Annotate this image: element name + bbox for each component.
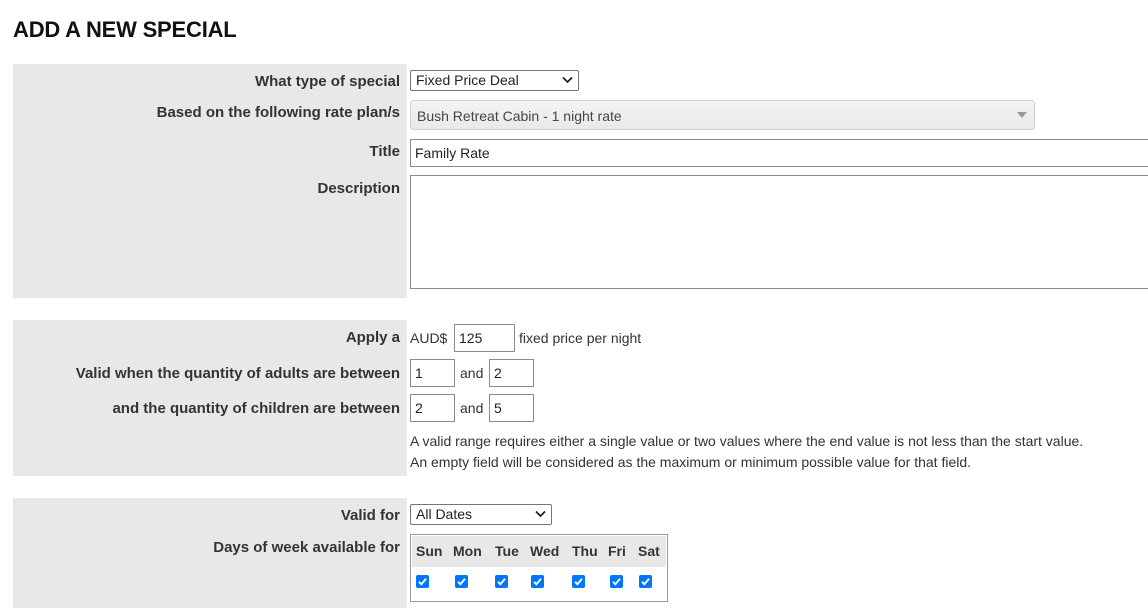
rate-plans-select[interactable]: Bush Retreat Cabin - 1 night rate bbox=[410, 100, 1035, 130]
price-suffix: fixed price per night bbox=[519, 330, 642, 346]
children-label: and the quantity of children are between bbox=[112, 400, 400, 417]
check-icon bbox=[641, 578, 650, 586]
days-of-week-table: Sun Mon Tue Wed Thu Fri Sat bbox=[410, 534, 668, 602]
rate-plans-label: Based on the following rate plan/s bbox=[156, 104, 400, 121]
day-name-mon: Mon bbox=[453, 543, 482, 559]
check-icon bbox=[497, 578, 506, 586]
price-value: 125 bbox=[459, 330, 483, 346]
adults-min-input[interactable]: 1 bbox=[410, 359, 455, 387]
check-icon bbox=[457, 578, 466, 586]
range-help-line-2: An empty field will be considered as the… bbox=[410, 454, 972, 470]
children-min-input[interactable]: 2 bbox=[410, 394, 455, 422]
description-label: Description bbox=[317, 180, 400, 197]
checkbox-wed[interactable] bbox=[531, 575, 544, 588]
children-max-value: 5 bbox=[494, 400, 502, 416]
checkbox-tue[interactable] bbox=[495, 575, 508, 588]
children-min-value: 2 bbox=[415, 400, 423, 416]
special-type-label: What type of special bbox=[254, 73, 400, 90]
valid-for-select[interactable]: All Dates bbox=[410, 504, 552, 525]
day-name-fri: Fri bbox=[608, 543, 626, 559]
day-name-wed: Wed bbox=[530, 543, 560, 559]
check-icon bbox=[418, 578, 427, 586]
checkbox-sat[interactable] bbox=[639, 575, 652, 588]
check-icon bbox=[574, 578, 583, 586]
chevron-down-icon bbox=[562, 76, 573, 84]
check-icon bbox=[612, 578, 621, 586]
checkbox-sun[interactable] bbox=[416, 575, 429, 588]
day-name-tue: Tue bbox=[495, 543, 519, 559]
range-help-line-1: A valid range requires either a single v… bbox=[410, 433, 1084, 449]
dropdown-arrow-icon bbox=[1017, 112, 1027, 118]
special-type-value: Fixed Price Deal bbox=[416, 72, 519, 88]
page-title: ADD A NEW SPECIAL bbox=[13, 17, 237, 42]
checkbox-thu[interactable] bbox=[572, 575, 585, 588]
description-textarea[interactable] bbox=[410, 175, 1148, 289]
day-name-sat: Sat bbox=[638, 543, 660, 559]
children-and-text: and bbox=[460, 400, 484, 416]
title-label: Title bbox=[369, 143, 400, 160]
title-input-value: Family Rate bbox=[415, 145, 490, 161]
adults-max-value: 2 bbox=[494, 365, 502, 381]
chevron-down-icon bbox=[535, 510, 546, 518]
adults-and-text: and bbox=[460, 365, 484, 381]
adults-min-value: 1 bbox=[415, 365, 423, 381]
day-name-thu: Thu bbox=[572, 543, 598, 559]
adults-max-input[interactable]: 2 bbox=[489, 359, 534, 387]
checkbox-mon[interactable] bbox=[455, 575, 468, 588]
currency-label: AUD$ bbox=[410, 330, 448, 346]
valid-for-value: All Dates bbox=[416, 506, 473, 522]
special-type-select[interactable]: Fixed Price Deal bbox=[410, 70, 579, 91]
valid-for-label: Valid for bbox=[340, 507, 400, 524]
days-of-week-label: Days of week available for bbox=[213, 539, 400, 556]
rate-plans-value: Bush Retreat Cabin - 1 night rate bbox=[417, 108, 622, 124]
apply-label: Apply a bbox=[345, 329, 400, 346]
day-name-sun: Sun bbox=[416, 543, 443, 559]
price-input[interactable]: 125 bbox=[454, 324, 515, 352]
children-max-input[interactable]: 5 bbox=[489, 394, 534, 422]
adults-label: Valid when the quantity of adults are be… bbox=[75, 365, 400, 382]
title-input[interactable]: Family Rate bbox=[410, 139, 1148, 167]
checkbox-fri[interactable] bbox=[610, 575, 623, 588]
check-icon bbox=[533, 578, 542, 586]
